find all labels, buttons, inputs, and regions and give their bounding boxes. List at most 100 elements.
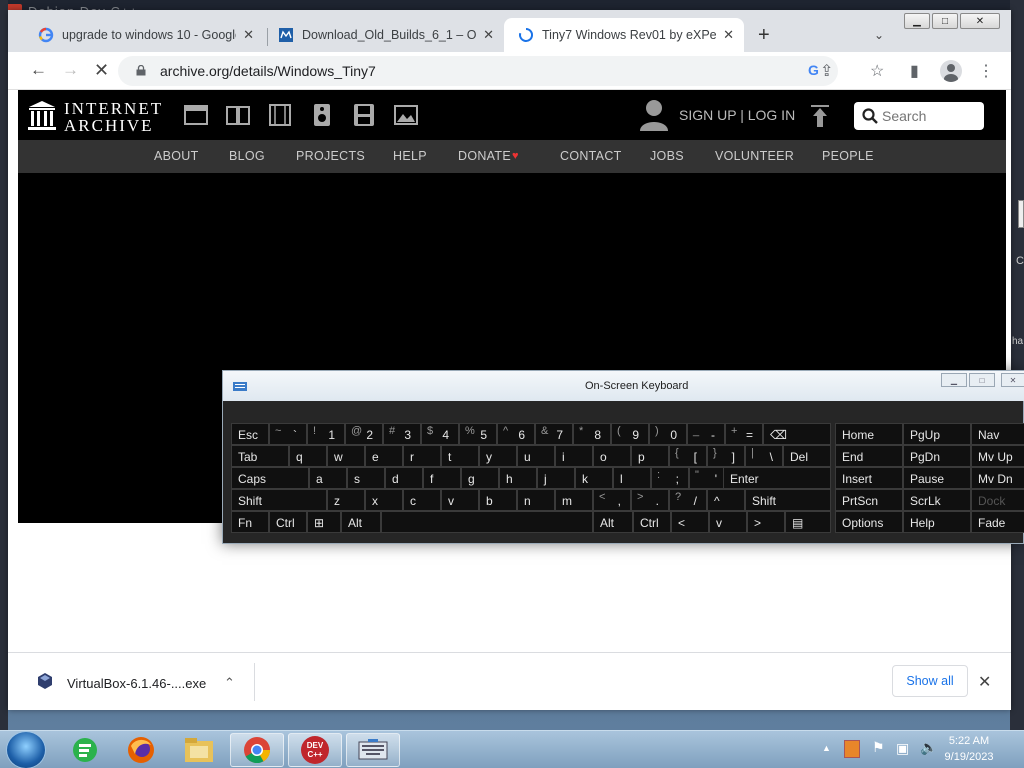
key-home[interactable]: Home bbox=[835, 423, 903, 445]
key-4[interactable]: $4 bbox=[421, 423, 459, 445]
key-options[interactable]: Options bbox=[835, 511, 903, 533]
file-explorer-icon[interactable] bbox=[172, 733, 226, 767]
key-][interactable]: }] bbox=[707, 445, 745, 467]
nav-people[interactable]: PEOPLE bbox=[822, 149, 874, 163]
key-3[interactable]: #3 bbox=[383, 423, 421, 445]
chevron-down-icon[interactable]: ⌄ bbox=[874, 28, 884, 42]
key-u[interactable]: u bbox=[517, 445, 555, 467]
key-ctrl-left[interactable]: Ctrl bbox=[269, 511, 307, 533]
key-a[interactable]: a bbox=[309, 467, 347, 489]
sign-up-login-link[interactable]: SIGN UP | LOG IN bbox=[679, 107, 795, 123]
key-pgup[interactable]: PgUp bbox=[903, 423, 971, 445]
key-c[interactable]: c bbox=[403, 489, 441, 511]
key-mv-up[interactable]: Mv Up bbox=[971, 445, 1024, 467]
key-;[interactable]: :; bbox=[651, 467, 689, 489]
key-7[interactable]: & 7 bbox=[535, 423, 573, 445]
key-x[interactable]: x bbox=[365, 489, 403, 511]
key-d[interactable]: d bbox=[385, 467, 423, 489]
back-arrow-icon[interactable]: ← bbox=[30, 61, 47, 79]
nav-projects[interactable]: PROJECTS bbox=[296, 149, 365, 163]
key-s[interactable]: s bbox=[347, 467, 385, 489]
close-icon[interactable]: ✕ bbox=[483, 27, 494, 43]
key-right[interactable]: > bbox=[747, 511, 785, 533]
images-icon[interactable] bbox=[394, 104, 418, 126]
key-/[interactable]: ? / bbox=[669, 489, 707, 511]
key-pause[interactable]: Pause bbox=[903, 467, 971, 489]
chrome-icon[interactable] bbox=[230, 733, 284, 767]
key--[interactable]: _ - bbox=[687, 423, 725, 445]
key-e[interactable]: e bbox=[365, 445, 403, 467]
key-v[interactable]: v bbox=[441, 489, 479, 511]
maximize-button[interactable]: □ bbox=[932, 13, 958, 29]
stop-loading-icon[interactable]: ✕ bbox=[94, 61, 109, 79]
key-j[interactable]: j bbox=[537, 467, 575, 489]
profile-avatar[interactable] bbox=[940, 60, 962, 82]
key-b[interactable]: b bbox=[479, 489, 517, 511]
dev-cpp-icon[interactable]: DEV C++ bbox=[288, 733, 342, 767]
key-0[interactable]: ) 0 bbox=[649, 423, 687, 445]
key-.[interactable]: >. bbox=[631, 489, 669, 511]
ia-search-box[interactable] bbox=[854, 102, 984, 130]
start-button[interactable] bbox=[6, 731, 46, 768]
new-tab-button[interactable]: + bbox=[758, 25, 770, 45]
key-backspace[interactable]: ⌫ bbox=[763, 423, 831, 445]
key-tab[interactable]: Tab bbox=[231, 445, 289, 467]
search-input[interactable] bbox=[882, 106, 978, 126]
software-icon[interactable] bbox=[352, 104, 376, 126]
key-nav[interactable]: Nav bbox=[971, 423, 1024, 445]
key-del[interactable]: Del bbox=[783, 445, 831, 467]
key-n[interactable]: n bbox=[517, 489, 555, 511]
key-i[interactable]: i bbox=[555, 445, 593, 467]
key-p[interactable]: p bbox=[631, 445, 669, 467]
tab-google[interactable]: upgrade to windows 10 - Google ✕ bbox=[24, 18, 264, 52]
key-prtscn[interactable]: PrtScn bbox=[835, 489, 903, 511]
user-icon[interactable] bbox=[640, 99, 668, 131]
minimize-button[interactable]: ▁ bbox=[904, 13, 930, 29]
nav-jobs[interactable]: JOBS bbox=[650, 149, 684, 163]
key-o[interactable]: o bbox=[593, 445, 631, 467]
archive-logo-text[interactable]: ARCHIVE bbox=[64, 116, 154, 136]
close-window-button[interactable]: ✕ bbox=[960, 13, 1000, 29]
on-screen-keyboard-icon[interactable] bbox=[346, 733, 400, 767]
key-shift-left[interactable]: Shift bbox=[231, 489, 327, 511]
key-fn[interactable]: Fn bbox=[231, 511, 269, 533]
key-end[interactable]: End bbox=[835, 445, 903, 467]
key-help[interactable]: Help bbox=[903, 511, 971, 533]
web-icon[interactable] bbox=[184, 104, 208, 126]
side-panel-icon[interactable]: ▮ bbox=[910, 61, 919, 81]
clock-time[interactable]: 5:22 AM bbox=[934, 735, 1004, 747]
upload-icon[interactable] bbox=[810, 105, 830, 127]
close-icon[interactable]: ✕ bbox=[723, 27, 734, 43]
key-m[interactable]: m bbox=[555, 489, 593, 511]
nav-help[interactable]: HELP bbox=[393, 149, 427, 163]
address-bar[interactable]: archive.org/details/Windows_Tiny7 G ⇪ bbox=[118, 56, 838, 86]
nav-about[interactable]: ABOUT bbox=[154, 149, 199, 163]
background-window-button[interactable] bbox=[1018, 200, 1024, 228]
key-t[interactable]: t bbox=[441, 445, 479, 467]
bookmark-star-icon[interactable]: ☆ bbox=[870, 61, 884, 81]
key-left[interactable]: < bbox=[671, 511, 709, 533]
feedly-icon[interactable] bbox=[58, 733, 112, 767]
key-space[interactable] bbox=[381, 511, 593, 533]
key-1[interactable]: ! 1 bbox=[307, 423, 345, 445]
key-6[interactable]: ^ 6 bbox=[497, 423, 535, 445]
key-l[interactable]: l bbox=[613, 467, 651, 489]
app-tray-icon[interactable] bbox=[844, 740, 860, 758]
key-r[interactable]: r bbox=[403, 445, 441, 467]
key-g[interactable]: g bbox=[461, 467, 499, 489]
key-[[interactable]: {[ bbox=[669, 445, 707, 467]
key-mv-dn[interactable]: Mv Dn bbox=[971, 467, 1024, 489]
key-z[interactable]: z bbox=[327, 489, 365, 511]
key-caps[interactable]: Caps bbox=[231, 467, 309, 489]
forward-arrow-icon[interactable]: → bbox=[62, 61, 79, 79]
nav-donate[interactable]: DONATE bbox=[458, 149, 511, 163]
video-icon[interactable] bbox=[268, 104, 292, 126]
tab-tiny7[interactable]: Tiny7 Windows Rev01 by eXPerie ✕ bbox=[504, 18, 744, 52]
archive-logo-icon[interactable] bbox=[28, 100, 56, 130]
key-,[interactable]: <, bbox=[593, 489, 631, 511]
flag-icon[interactable]: ⚑ bbox=[872, 739, 885, 756]
nav-contact[interactable]: CONTACT bbox=[560, 149, 622, 163]
key-h[interactable]: h bbox=[499, 467, 537, 489]
share-icon[interactable]: ⇪ bbox=[820, 61, 833, 81]
key-esc[interactable]: Esc bbox=[231, 423, 269, 445]
